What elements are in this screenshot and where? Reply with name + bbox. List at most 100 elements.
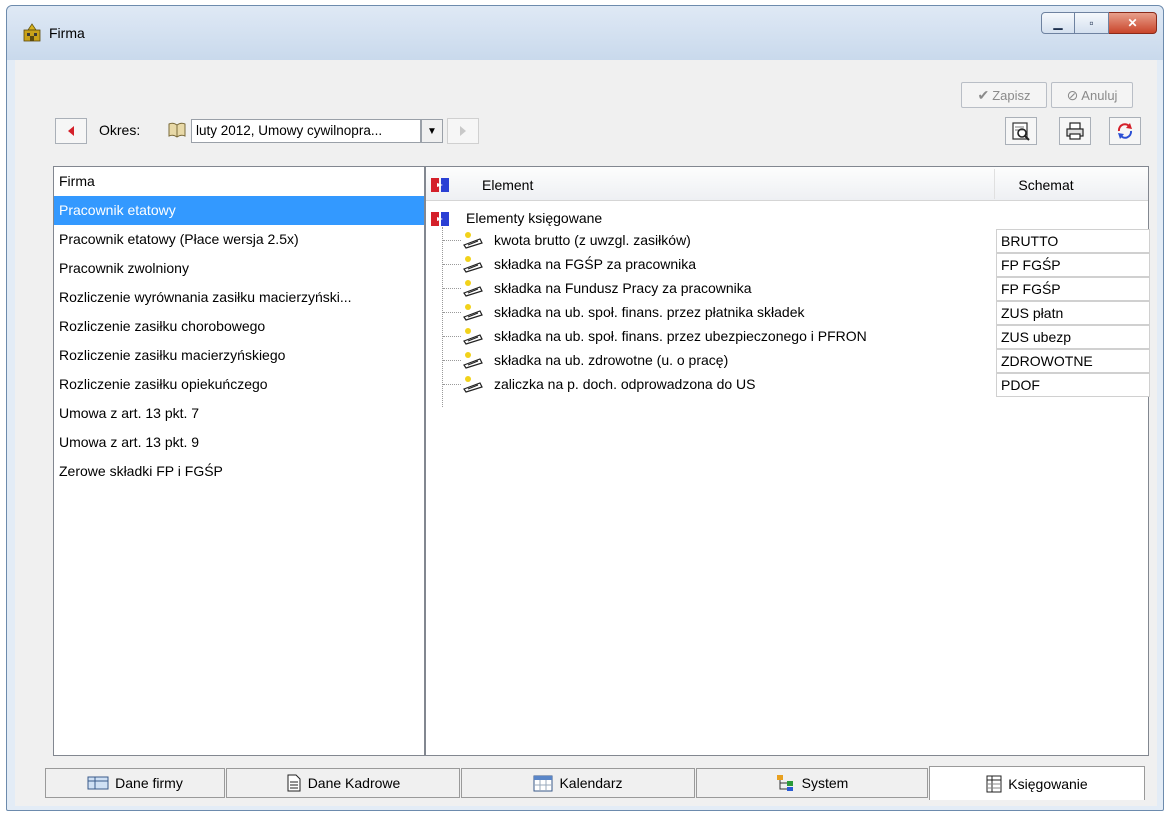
element-icon [463, 328, 483, 345]
cancel-icon: ⊘ [1066, 86, 1079, 103]
checkmark-icon: ✔ [977, 86, 990, 103]
preview-button[interactable] [1005, 117, 1037, 145]
tab-system[interactable]: System [696, 768, 928, 798]
system-tree-icon [776, 774, 796, 792]
tree-connector [443, 312, 461, 313]
close-icon: ✕ [1127, 16, 1138, 30]
column-header-schemat[interactable]: Schemat [996, 177, 1096, 193]
tree-connector [443, 288, 461, 289]
element-icon [463, 352, 483, 369]
tree-row[interactable]: składka na ub. społ. finans. przez płatn… [426, 301, 1150, 325]
tab-dane-kadrowe[interactable]: Dane Kadrowe [226, 768, 460, 798]
title-bar: Firma ▁ ▫ ✕ [7, 6, 1163, 60]
tree-row[interactable]: składka na ub. zdrowotne (u. o pracę) ZD… [426, 349, 1150, 373]
element-icon [463, 376, 483, 393]
list-item[interactable]: Umowa z art. 13 pkt. 9 [54, 428, 424, 457]
app-icon [23, 23, 41, 42]
list-item[interactable]: Rozliczenie zasiłku macierzyńskiego [54, 341, 424, 370]
book-icon [168, 122, 186, 138]
tab-label: System [801, 775, 849, 791]
refresh-icon [1117, 123, 1133, 139]
schemat-cell[interactable]: FP FGŚP [996, 253, 1150, 277]
period-combo[interactable]: luty 2012, Umowy cywilnopra... [191, 119, 421, 143]
tree-connector [443, 360, 461, 361]
elements-group-icon [431, 178, 449, 192]
save-label: Zapisz [992, 87, 1031, 103]
next-arrow-icon [460, 126, 466, 136]
column-separator[interactable] [994, 169, 995, 199]
chevron-down-icon: ▼ [427, 125, 437, 137]
period-label: Okres: [99, 122, 141, 138]
minimize-icon: ▁ [1053, 16, 1063, 30]
list-item[interactable]: Zerowe składki FP i FGŚP [54, 457, 424, 486]
tab-label: Dane Kadrowe [307, 775, 401, 791]
ledger-icon [986, 775, 1002, 793]
list-item[interactable]: Pracownik etatowy (Płace wersja 2.5x) [54, 225, 424, 254]
calendar-icon [533, 774, 553, 792]
bottom-tabs: Dane firmy Dane Kadrowe Kalendarz System [45, 766, 1149, 800]
caption-buttons: ▁ ▫ ✕ [1041, 12, 1157, 36]
element-label: składka na Fundusz Pracy za pracownika [494, 280, 752, 296]
print-icon [1066, 122, 1084, 140]
prev-period-button[interactable] [55, 118, 87, 144]
print-button[interactable] [1059, 117, 1091, 145]
close-button[interactable]: ✕ [1109, 12, 1157, 34]
element-label: składka na FGŚP za pracownika [494, 256, 697, 272]
schemat-cell[interactable]: PDOF [996, 373, 1150, 397]
tree-row[interactable]: składka na Fundusz Pracy za pracownika F… [426, 277, 1150, 301]
tree-row[interactable]: kwota brutto (z uwzgl. zasiłków) BRUTTO [426, 229, 1150, 253]
list-item[interactable]: Firma [54, 167, 424, 196]
list-item[interactable]: Umowa z art. 13 pkt. 7 [54, 399, 424, 428]
combo-dropdown-button[interactable]: ▼ [421, 119, 443, 143]
tab-kalendarz[interactable]: Kalendarz [461, 768, 695, 798]
save-button[interactable]: ✔ Zapisz [961, 82, 1047, 108]
cancel-button[interactable]: ⊘ Anuluj [1051, 82, 1133, 108]
tree-connector [443, 240, 461, 241]
element-label: zaliczka na p. doch. odprowadzona do US [494, 376, 756, 392]
list-item[interactable]: Rozliczenie zasiłku opiekuńczego [54, 370, 424, 399]
elements-group-icon [431, 212, 449, 226]
company-data-icon [87, 775, 109, 791]
firma-window: Firma ▁ ▫ ✕ ✔ Zapisz ⊘ Anuluj Okres: lut… [6, 5, 1164, 811]
list-item[interactable]: Rozliczenie zasiłku chorobowego [54, 312, 424, 341]
tab-dane-firmy[interactable]: Dane firmy [45, 768, 225, 798]
preview-icon [1012, 122, 1030, 141]
list-item[interactable]: Pracownik zwolniony [54, 254, 424, 283]
schemat-cell[interactable]: FP FGŚP [996, 277, 1150, 301]
tab-label: Kalendarz [559, 775, 623, 791]
element-icon [463, 256, 483, 273]
element-label: składka na ub. społ. finans. przez płatn… [494, 304, 805, 320]
client-area: ✔ Zapisz ⊘ Anuluj Okres: luty 2012, Umow… [15, 60, 1157, 806]
list-item[interactable]: Rozliczenie wyrównania zasiłku macierzyń… [54, 283, 424, 312]
tree-row[interactable]: składka na ub. społ. finans. przez ubezp… [426, 325, 1150, 349]
tree-root-label[interactable]: Elementy księgowane [466, 210, 602, 226]
maximize-icon: ▫ [1089, 16, 1094, 30]
refresh-button[interactable] [1109, 117, 1141, 145]
tab-label: Księgowanie [1008, 775, 1088, 792]
element-label: składka na ub. zdrowotne (u. o pracę) [494, 352, 729, 368]
cancel-label: Anuluj [1081, 87, 1118, 103]
document-icon [286, 774, 302, 792]
window-title: Firma [49, 25, 85, 41]
column-header-element[interactable]: Element [482, 177, 533, 193]
next-period-button[interactable] [447, 118, 479, 144]
schemat-cell[interactable]: ZUS płatn [996, 301, 1150, 325]
tree-connector [443, 264, 461, 265]
element-label: kwota brutto (z uwzgl. zasiłków) [494, 232, 691, 248]
schema-list: Firma Pracownik etatowy Pracownik etatow… [53, 166, 425, 756]
tree-row[interactable]: składka na FGŚP za pracownika FP FGŚP [426, 253, 1150, 277]
list-item-selected[interactable]: Pracownik etatowy [54, 196, 424, 225]
grid-header: Element Schemat [426, 167, 1148, 201]
element-icon [463, 304, 483, 321]
schemat-cell[interactable]: ZUS ubezp [996, 325, 1150, 349]
tree-connector [443, 336, 461, 337]
posting-elements-grid: Element Schemat Elementy księgowane kwot… [425, 166, 1150, 756]
schemat-cell[interactable]: ZDROWOTNE [996, 349, 1150, 373]
tree-row[interactable]: zaliczka na p. doch. odprowadzona do US … [426, 373, 1150, 397]
minimize-button[interactable]: ▁ [1041, 12, 1075, 34]
tab-label: Dane firmy [115, 775, 183, 791]
tab-ksiegowanie[interactable]: Księgowanie [929, 766, 1145, 800]
element-label: składka na ub. społ. finans. przez ubezp… [494, 328, 867, 344]
maximize-button[interactable]: ▫ [1075, 12, 1109, 34]
schemat-cell[interactable]: BRUTTO [996, 229, 1150, 253]
